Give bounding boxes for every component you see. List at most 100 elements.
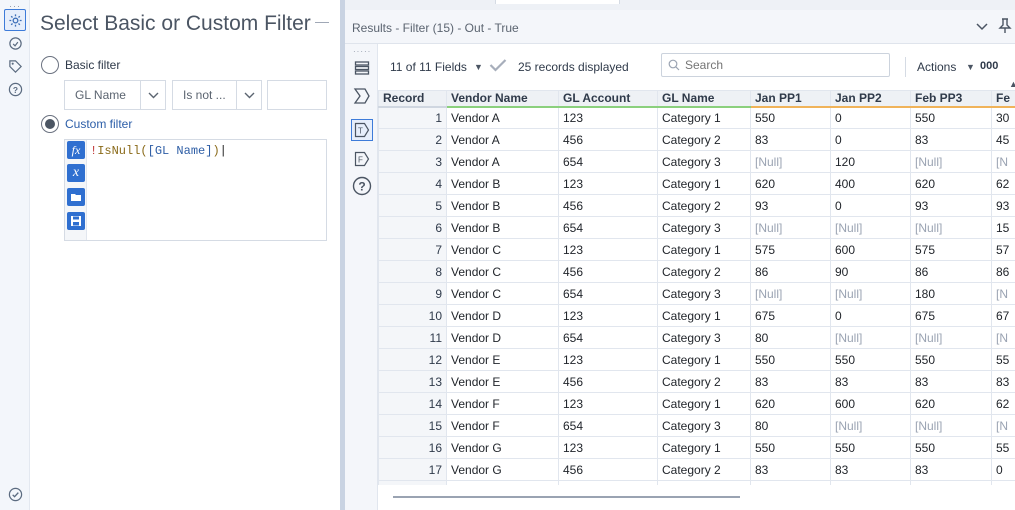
sigma-icon[interactable] [351,85,373,107]
table-cell[interactable]: Vendor G [446,458,559,481]
search-input[interactable] [685,57,885,73]
variable-icon[interactable]: x [67,164,85,182]
table-cell[interactable]: 550 [830,436,911,459]
column-header-gl-name[interactable]: GL Name [657,90,751,108]
table-row[interactable]: 6 Vendor B 654 Category 3 [Null] [Null] [Null]… [378,216,1015,239]
actions-menu-button[interactable]: Actions [917,60,956,74]
record-number-cell[interactable]: 2 [378,128,447,151]
table-cell[interactable]: 620 [750,480,831,485]
results-active-tab[interactable] [495,0,620,4]
table-cell[interactable]: 83 [830,370,911,393]
table-cell[interactable]: 55 [991,348,1015,371]
table-cell[interactable]: 93 [991,194,1015,217]
table-cell[interactable]: [Null] [750,282,831,305]
table-cell[interactable]: 620 [750,172,831,195]
table-cell[interactable]: Category 3 [657,216,751,239]
table-cell[interactable]: Vendor A [446,128,559,151]
table-cell[interactable]: 0 [830,128,911,151]
column-header-feb-pp3[interactable]: Feb PP3 [910,90,992,108]
table-cell[interactable]: 654 [558,282,658,305]
table-cell[interactable]: Vendor B [446,172,559,195]
table-cell[interactable]: Vendor F [446,392,559,415]
table-cell[interactable]: 654 [558,150,658,173]
table-cell[interactable]: [Null] [830,326,911,349]
table-cell[interactable]: 0 [830,304,911,327]
search-box[interactable] [661,53,890,77]
table-row[interactable]: 12 Vendor E 123 Category 1 550 550 550 55 [378,348,1015,371]
table-cell[interactable]: 600 [830,392,911,415]
record-number-cell[interactable]: 3 [378,150,447,173]
basic-filter-option[interactable]: Basic filter [41,56,120,74]
record-number-cell[interactable]: 9 [378,282,447,305]
table-cell[interactable]: 45 [991,128,1015,151]
false-anchor-icon[interactable]: F [351,148,373,170]
table-cell[interactable]: [Null] [830,414,911,437]
caret-down-icon[interactable]: ▼ [474,62,483,72]
chevron-down-icon[interactable] [976,20,988,34]
table-cell[interactable]: 120 [830,150,911,173]
table-cell[interactable]: 67 [991,304,1015,327]
column-header-fe[interactable]: Fe [991,90,1015,108]
table-row[interactable]: 16 Vendor G 123 Category 1 550 550 550 55 [378,436,1015,459]
tag-icon[interactable] [7,58,24,75]
table-cell[interactable]: 83 [750,458,831,481]
table-row[interactable]: 9 Vendor C 654 Category 3 [Null] [Null] 180 [N [378,282,1015,305]
table-cell[interactable]: 62 [991,480,1015,485]
help-icon[interactable]: ? [351,175,373,197]
table-cell[interactable]: [Null] [910,414,992,437]
table-cell[interactable]: 15 [991,216,1015,239]
table-cell[interactable]: [N [991,414,1015,437]
table-cell[interactable]: 30 [991,106,1015,129]
table-cell[interactable]: 83 [750,370,831,393]
table-cell[interactable]: [Null] [910,150,992,173]
table-cell[interactable]: 550 [750,436,831,459]
table-row[interactable]: 11 Vendor D 654 Category 3 80 [Null] [Null] [N [378,326,1015,349]
record-number-cell[interactable]: 11 [378,326,447,349]
table-cell[interactable]: 550 [830,348,911,371]
table-cell[interactable]: 620 [910,172,992,195]
table-row[interactable]: 15 Vendor F 654 Category 3 80 [Null] [Null] [N [378,414,1015,437]
expression-editor[interactable]: fx x !IsNull([GL Name])| [64,139,327,241]
table-cell[interactable]: 600 [830,238,911,261]
table-cell[interactable]: 456 [558,194,658,217]
table-cell[interactable]: 80 [750,326,831,349]
table-cell[interactable]: 675 [910,304,992,327]
table-cell[interactable]: Category 1 [657,436,751,459]
table-cell[interactable]: 575 [750,238,831,261]
table-cell[interactable]: Category 1 [657,392,751,415]
table-cell[interactable]: Vendor F [446,414,559,437]
table-cell[interactable]: [Null] [750,216,831,239]
table-cell[interactable]: 0 [991,458,1015,481]
table-row[interactable]: 17 Vendor G 456 Category 2 83 83 83 0 [378,458,1015,481]
table-cell[interactable]: [N [991,282,1015,305]
table-cell[interactable]: Vendor D [446,304,559,327]
table-cell[interactable]: 57 [991,238,1015,261]
table-cell[interactable]: 86 [910,260,992,283]
table-cell[interactable]: Vendor D [446,326,559,349]
table-cell[interactable]: Vendor E [446,370,559,393]
table-cell[interactable]: Category 1 [657,304,751,327]
table-cell[interactable]: 83 [910,458,992,481]
table-cell[interactable]: Category 2 [657,458,751,481]
table-cell[interactable]: 123 [558,238,658,261]
table-cell[interactable]: Category 2 [657,260,751,283]
table-row[interactable]: 4 Vendor B 123 Category 1 620 400 620 62 [378,172,1015,195]
table-row[interactable]: 14 Vendor F 123 Category 1 620 600 620 62 [378,392,1015,415]
custom-filter-radio[interactable] [41,115,59,133]
basic-filter-radio[interactable] [41,56,59,74]
table-cell[interactable]: 93 [910,194,992,217]
record-number-cell[interactable]: 12 [378,348,447,371]
table-cell[interactable]: 550 [750,348,831,371]
collapse-icon[interactable]: — [315,14,329,28]
table-cell[interactable]: 456 [558,260,658,283]
table-cell[interactable]: 123 [558,392,658,415]
table-cell[interactable]: Vendor B [446,216,559,239]
column-header-jan-pp1[interactable]: Jan PP1 [750,90,831,108]
column-header-vendor-name[interactable]: Vendor Name [446,90,559,108]
table-cell[interactable]: Vendor B [446,194,559,217]
table-row[interactable]: 13 Vendor E 456 Category 2 83 83 83 83 [378,370,1015,393]
operator-select[interactable]: Is not ... [172,80,262,110]
table-cell[interactable]: 456 [558,128,658,151]
table-cell[interactable]: 123 [558,304,658,327]
table-cell[interactable]: [Null] [830,216,911,239]
